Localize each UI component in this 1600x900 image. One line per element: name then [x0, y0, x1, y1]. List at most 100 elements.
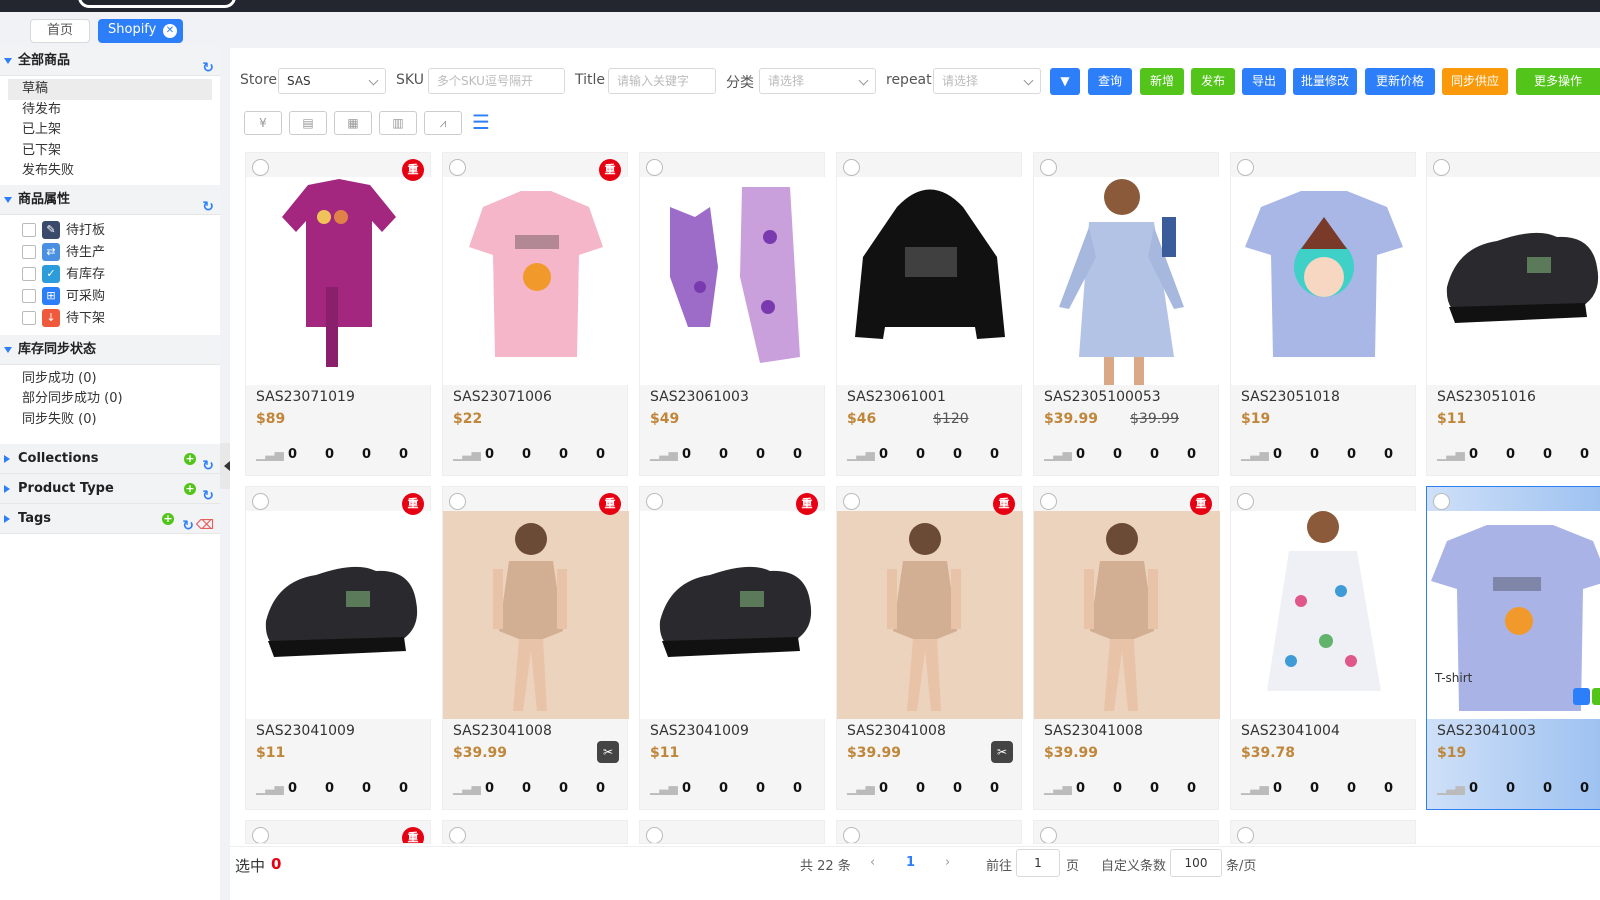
product-card[interactable]: SAS2305100053 $39.99 $39.99 ▁▃▅ 0 0 0 0 [1033, 152, 1220, 476]
scissor-icon[interactable]: ✂ [597, 741, 619, 763]
product-card[interactable]: 重 SAS23041008 $39.99 ▁▃▅ 0 0 0 0 [1033, 486, 1220, 810]
refresh-icon[interactable]: ↻ [202, 192, 214, 222]
stats-chart-icon[interactable]: ▁▃▅ [453, 781, 481, 797]
select-radio[interactable] [843, 159, 860, 176]
expand-filter-button[interactable]: ▼ [1050, 68, 1080, 95]
product-image-wrap[interactable] [1231, 177, 1417, 385]
add-icon[interactable]: + [184, 483, 196, 495]
product-card[interactable]: 重 SAS23041008 $39.99 ✂ ▁▃▅ 0 0 0 0 [442, 486, 629, 810]
edit-icon[interactable] [1573, 688, 1590, 705]
trend-chart-icon[interactable]: ⩘ [424, 111, 462, 135]
sku-input[interactable]: 多个SKU逗号隔开 [428, 68, 565, 94]
publish-button[interactable]: 发布 [1191, 68, 1235, 95]
attr-pending-production[interactable]: ⇄ 待生产 [0, 242, 220, 264]
list-view-icon[interactable]: ☰ [472, 112, 494, 134]
product-card[interactable]: 重 SAS23071006 $22 ▁▃▅ 0 0 0 0 [442, 152, 629, 476]
stats-chart-icon[interactable]: ▁▃▅ [453, 447, 481, 463]
prev-page-icon[interactable]: ‹ [870, 855, 875, 870]
checkbox[interactable] [22, 289, 36, 303]
select-radio[interactable] [252, 827, 269, 843]
product-card[interactable] [442, 820, 628, 844]
attr-purchasable[interactable]: ⊞ 可采购 [0, 286, 220, 308]
select-radio[interactable] [1433, 159, 1450, 176]
refresh-icon[interactable]: ↻ [202, 53, 214, 83]
currency-icon[interactable]: ¥ [244, 111, 282, 135]
product-image-wrap[interactable] [640, 177, 826, 385]
product-card[interactable]: SAS23061003 $49 ▁▃▅ 0 0 0 0 [639, 152, 826, 476]
attr-pending-sample[interactable]: ✎ 待打板 [0, 220, 220, 242]
stats-chart-icon[interactable]: ▁▃▅ [1241, 781, 1269, 797]
product-card[interactable] [1033, 820, 1219, 844]
tab-home[interactable]: 首页 [30, 19, 90, 43]
section-stock-sync[interactable]: 库存同步状态 [0, 334, 220, 365]
product-card[interactable]: SAS23041004 $39.78 ▁▃▅ 0 0 0 0 [1230, 486, 1417, 810]
checkbox[interactable] [22, 245, 36, 259]
product-image-wrap[interactable] [246, 177, 432, 385]
checkbox[interactable] [22, 267, 36, 281]
sidebar-item-pending-publish[interactable]: 待发布 [0, 100, 220, 121]
select-radio[interactable] [646, 827, 663, 843]
select-radio[interactable] [1040, 493, 1057, 510]
product-card[interactable]: SAS23061001 $46 $120 ▁▃▅ 0 0 0 0 [836, 152, 1023, 476]
product-card[interactable]: SAS23051016 $11 ▁▃▅ 0 0 0 0 [1426, 152, 1600, 476]
sidebar-item-delisted[interactable]: 已下架 [0, 141, 220, 162]
select-radio[interactable] [843, 827, 860, 843]
select-radio[interactable] [449, 159, 466, 176]
select-radio[interactable] [646, 159, 663, 176]
select-radio[interactable] [1237, 159, 1254, 176]
product-image-wrap[interactable] [837, 511, 1023, 719]
close-icon[interactable]: ✕ [163, 24, 177, 38]
confirm-icon[interactable] [1592, 688, 1600, 705]
select-radio[interactable] [1237, 827, 1254, 843]
calendar-icon[interactable]: ▤ [289, 111, 327, 135]
refresh-icon[interactable]: ↻ [182, 511, 194, 541]
stats-chart-icon[interactable]: ▁▃▅ [650, 447, 678, 463]
stats-chart-icon[interactable]: ▁▃▅ [1044, 781, 1072, 797]
add-icon[interactable]: + [162, 513, 174, 525]
clear-icon[interactable]: ⌫ [196, 511, 214, 541]
add-icon[interactable]: + [184, 453, 196, 465]
sidebar-item-publish-failed[interactable]: 发布失败 [0, 161, 220, 182]
stats-chart-icon[interactable]: ▁▃▅ [847, 447, 875, 463]
product-card[interactable]: 重 SAS23041009 $11 ▁▃▅ 0 0 0 0 [639, 486, 826, 810]
store-select[interactable]: SAS [278, 68, 386, 94]
select-radio[interactable] [646, 493, 663, 510]
select-radio[interactable] [843, 493, 860, 510]
product-image-wrap[interactable] [1427, 177, 1600, 385]
section-product-type[interactable]: Product Type + ↻ [0, 474, 220, 504]
product-card[interactable] [836, 820, 1022, 844]
checkbox[interactable] [22, 223, 36, 237]
product-card[interactable]: T-shirt SAS23041003 $19 ▁▃▅ 0 0 0 0 [1426, 486, 1600, 810]
checkbox[interactable] [22, 311, 36, 325]
export-button[interactable]: 导出 [1242, 68, 1286, 95]
query-button[interactable]: 查询 [1088, 68, 1132, 95]
batch-edit-button[interactable]: 批量修改 [1293, 68, 1357, 95]
section-collections[interactable]: Collections + ↻ [0, 444, 220, 474]
product-card[interactable]: SAS23051018 $19 ▁▃▅ 0 0 0 0 [1230, 152, 1417, 476]
stats-chart-icon[interactable]: ▁▃▅ [1437, 781, 1465, 797]
section-attributes[interactable]: 商品属性 ↻ [0, 184, 220, 215]
stats-chart-icon[interactable]: ▁▃▅ [256, 447, 284, 463]
product-card[interactable]: 重 [245, 820, 431, 844]
attr-pending-delist[interactable]: ↓ 待下架 [0, 308, 220, 330]
title-input[interactable]: 请输入关键字 [608, 68, 716, 94]
tab-shopify[interactable]: Shopify ✕ [98, 19, 183, 43]
stats-chart-icon[interactable]: ▁▃▅ [847, 781, 875, 797]
calendar-7-icon[interactable]: ▦ [334, 111, 372, 135]
product-image-wrap[interactable] [443, 511, 629, 719]
category-select[interactable]: 请选择 [759, 68, 876, 94]
goto-page-input[interactable]: 1 [1016, 849, 1060, 877]
select-radio[interactable] [252, 493, 269, 510]
stats-chart-icon[interactable]: ▁▃▅ [1241, 447, 1269, 463]
page-number[interactable]: 1 [906, 855, 915, 870]
product-image-wrap[interactable] [640, 511, 826, 719]
select-radio[interactable] [1040, 827, 1057, 843]
more-actions-button[interactable]: 更多操作 [1516, 68, 1600, 95]
product-image-wrap[interactable] [443, 177, 629, 385]
sidebar-item-draft[interactable]: 草稿 [8, 79, 212, 100]
select-radio[interactable] [449, 827, 466, 843]
stats-chart-icon[interactable]: ▁▃▅ [256, 781, 284, 797]
sync-partial[interactable]: 部分同步成功 (0) [0, 389, 220, 410]
product-image-wrap[interactable] [837, 177, 1023, 385]
section-all-goods[interactable]: 全部商品 ↻ [0, 46, 220, 76]
